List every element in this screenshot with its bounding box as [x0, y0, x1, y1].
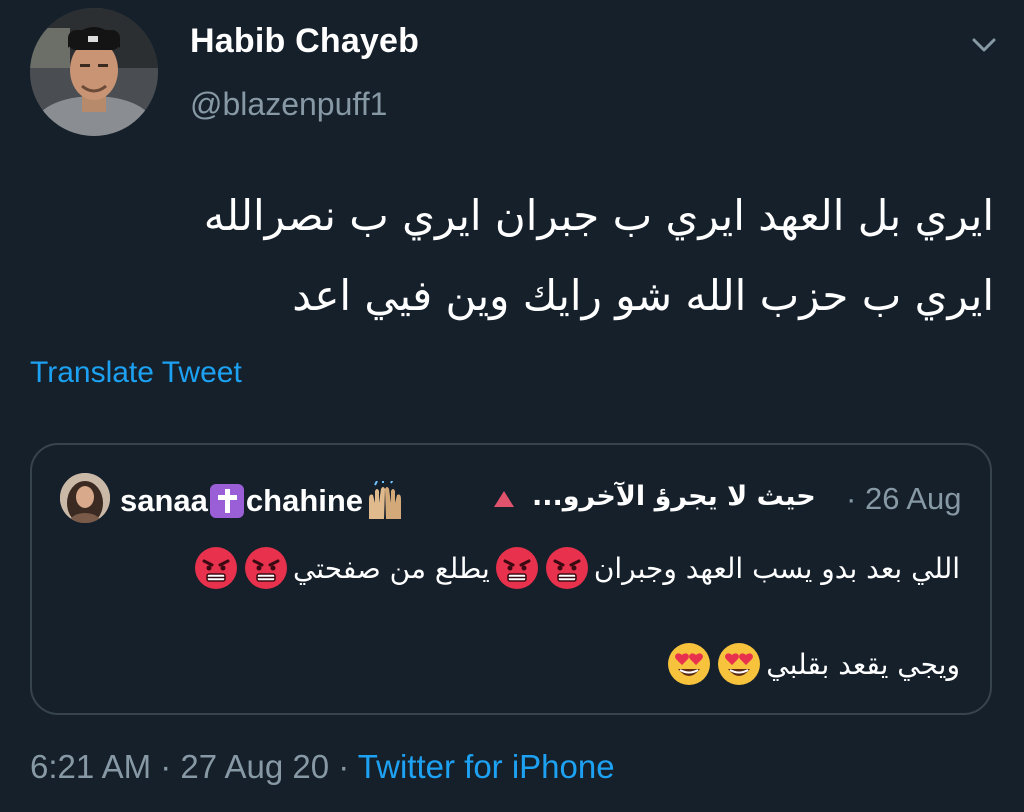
- tweet-time[interactable]: 6:21 AM: [30, 748, 151, 785]
- quoted-author-avatar: [60, 473, 110, 523]
- heart-eyes-face-icon: [716, 641, 762, 687]
- tweet-date[interactable]: 27 Aug 20: [180, 748, 329, 785]
- raising-hands-icon: [365, 478, 405, 521]
- author-avatar[interactable]: [30, 8, 158, 136]
- tweet-footer: 6:21 AM · 27 Aug 20 · Twitter for iPhone: [30, 748, 615, 786]
- quoted-author-name-arabic: حيث لا يجرؤ الآخرو...: [532, 481, 816, 512]
- angry-face-icon: [544, 545, 590, 591]
- quoted-text-line: ويجي يقعد بقلبي: [666, 641, 960, 687]
- author-handle[interactable]: @blazenpuff1: [190, 86, 387, 123]
- translate-tweet-link[interactable]: Translate Tweet: [30, 356, 242, 390]
- tweet-source-link[interactable]: Twitter for iPhone: [358, 748, 615, 785]
- angry-face-icon: [243, 545, 289, 591]
- tweet-text-line: ايري ب حزب الله شو رايك وين فيي اعد: [292, 271, 994, 320]
- quoted-text-segment: يطلع من صفحتي: [292, 551, 490, 585]
- quoted-date: 26 Aug: [864, 481, 962, 516]
- quoted-author-name: sanaa chahine: [120, 478, 405, 521]
- quoted-meta: · 26 Aug: [846, 481, 962, 517]
- quoted-name-part: chahine: [245, 483, 364, 518]
- quoted-text-segment: اللي بعد بدو يسب العهد وجبران: [593, 551, 960, 585]
- tweet-text-line: ايري بل العهد ايري ب جبران ايري ب نصرالل…: [203, 191, 994, 240]
- angry-face-icon: [494, 545, 540, 591]
- tweet-text: ايري بل العهد ايري ب جبران ايري ب نصرالل…: [94, 176, 994, 336]
- quoted-tweet-card[interactable]: sanaa chahine حيث لا يجرؤ الآخرو... · 26…: [30, 443, 992, 715]
- quoted-separator: ·: [846, 481, 857, 516]
- heart-eyes-face-icon: [666, 641, 712, 687]
- quoted-text-line: اللي بعد بدو يسب العهد وجبران يطلع من صف…: [193, 545, 960, 591]
- latin-cross-icon: [209, 484, 244, 518]
- footer-separator: ·: [151, 748, 181, 785]
- red-triangle-icon: [492, 489, 516, 509]
- footer-separator: ·: [329, 748, 358, 785]
- chevron-down-icon[interactable]: [966, 30, 1002, 60]
- quoted-name-part: sanaa: [120, 483, 208, 518]
- quoted-text-segment: ويجي يقعد بقلبي: [766, 647, 960, 681]
- angry-face-icon: [193, 545, 239, 591]
- author-display-name[interactable]: Habib Chayeb: [190, 22, 419, 61]
